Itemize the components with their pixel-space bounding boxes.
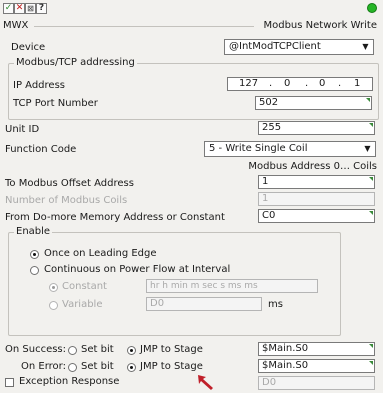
on-error-jmp-label: JMP to Stage — [140, 361, 203, 372]
modbus-address-note: Modbus Address 0… Coils — [248, 161, 377, 172]
on-success-jmp-radio[interactable] — [127, 346, 136, 355]
continuous-label: Continuous on Power Flow at Interval — [44, 264, 231, 275]
constant-label: Constant — [62, 281, 107, 292]
interval-constant-mask: hr h min m sec s ms ms — [150, 281, 258, 291]
offset-label: To Modbus Offset Address — [5, 178, 134, 189]
ip-octet-1[interactable]: 127 — [239, 78, 258, 90]
unit-id-value: 255 — [262, 122, 282, 133]
enable-group-title: Enable — [14, 226, 53, 237]
edit-marker-icon — [369, 361, 373, 365]
edit-marker-icon — [369, 123, 373, 127]
cancel-button[interactable]: ✕ — [14, 3, 25, 14]
leading-edge-label: Once on Leading Edge — [44, 248, 157, 259]
unit-id-field[interactable]: 255 — [258, 121, 375, 135]
ip-dot-1: . — [269, 78, 273, 89]
function-code-select[interactable]: 5 - Write Single Coil ▼ — [204, 141, 376, 157]
ip-octet-4[interactable]: 1 — [354, 78, 360, 90]
tcp-port-field[interactable]: 502 — [255, 96, 372, 110]
on-error-value: $Main.S0 — [262, 360, 309, 371]
pointer-arrow-icon — [198, 375, 213, 390]
header-divider — [34, 26, 254, 27]
modbus-tcp-group — [8, 63, 379, 120]
continuous-radio[interactable] — [30, 266, 39, 275]
exception-response-checkbox[interactable] — [5, 378, 14, 387]
ip-octet-2[interactable]: 0 — [284, 78, 290, 90]
ip-octet-3[interactable]: 0 — [319, 78, 325, 90]
chevron-down-icon: ▼ — [364, 144, 371, 153]
variable-value: D0 — [150, 298, 165, 309]
tcp-port-label: TCP Port Number — [13, 98, 98, 109]
on-success-value: $Main.S0 — [262, 343, 309, 354]
leading-edge-radio[interactable] — [30, 250, 39, 259]
mode-icon[interactable]: ⊠ — [25, 3, 36, 14]
ip-dot-3: . — [338, 78, 342, 89]
instruction-name: MWX — [3, 20, 29, 31]
ms-unit-label: ms — [268, 299, 283, 310]
status-indicator-icon — [367, 3, 377, 13]
exception-response-label: Exception Response — [19, 376, 120, 387]
device-value: @IntModTCPClient — [229, 41, 321, 52]
on-error-jmp-radio[interactable] — [127, 363, 136, 372]
ip-address-field[interactable]: 127 . 0 . 0 . 1 — [227, 77, 373, 91]
device-select[interactable]: @IntModTCPClient ▼ — [224, 39, 374, 55]
on-error-field[interactable]: $Main.S0 — [258, 359, 375, 373]
from-memory-label: From Do-more Memory Address or Constant — [5, 212, 225, 223]
modbus-tcp-group-title: Modbus/TCP addressing — [14, 57, 137, 68]
on-success-jmp-label: JMP to Stage — [140, 344, 203, 355]
ip-address-label: IP Address — [13, 80, 65, 91]
num-coils-label: Number of Modbus Coils — [5, 195, 128, 206]
on-error-setbit-radio[interactable] — [68, 363, 77, 372]
variable-radio — [49, 301, 58, 310]
tcp-port-value: 502 — [259, 97, 279, 108]
exception-response-field: D0 — [258, 376, 375, 390]
chevron-down-icon: ▼ — [362, 42, 369, 51]
function-code-label: Function Code — [5, 144, 77, 155]
function-code-value: 5 - Write Single Coil — [209, 143, 308, 154]
edit-marker-icon — [369, 177, 373, 181]
on-success-setbit-radio[interactable] — [68, 346, 77, 355]
from-memory-value: C0 — [262, 210, 276, 221]
edit-marker-icon — [366, 98, 370, 102]
unit-id-label: Unit ID — [5, 124, 40, 135]
on-error-setbit-label: Set bit — [81, 361, 114, 372]
interval-constant-field: hr h min m sec s ms ms — [146, 279, 318, 293]
help-button[interactable]: ? — [36, 3, 47, 14]
ip-dot-2: . — [305, 78, 309, 89]
device-label: Device — [11, 42, 46, 53]
from-memory-field[interactable]: C0 — [258, 209, 375, 223]
constant-radio — [49, 283, 58, 292]
variable-label: Variable — [62, 299, 103, 310]
exception-response-value: D0 — [262, 377, 277, 388]
on-success-field[interactable]: $Main.S0 — [258, 342, 375, 356]
on-success-label: On Success: — [5, 344, 67, 355]
on-success-setbit-label: Set bit — [81, 344, 114, 355]
offset-field[interactable]: 1 — [258, 175, 375, 189]
edit-marker-icon — [369, 211, 373, 215]
num-coils-value: 1 — [262, 193, 269, 204]
on-error-label: On Error: — [21, 361, 66, 372]
num-coils-field: 1 — [258, 192, 375, 206]
offset-value: 1 — [262, 176, 269, 187]
variable-field: D0 — [146, 297, 262, 311]
edit-marker-icon — [369, 344, 373, 348]
instruction-title: Modbus Network Write — [263, 20, 377, 31]
ok-button[interactable]: ✓ — [3, 3, 14, 14]
